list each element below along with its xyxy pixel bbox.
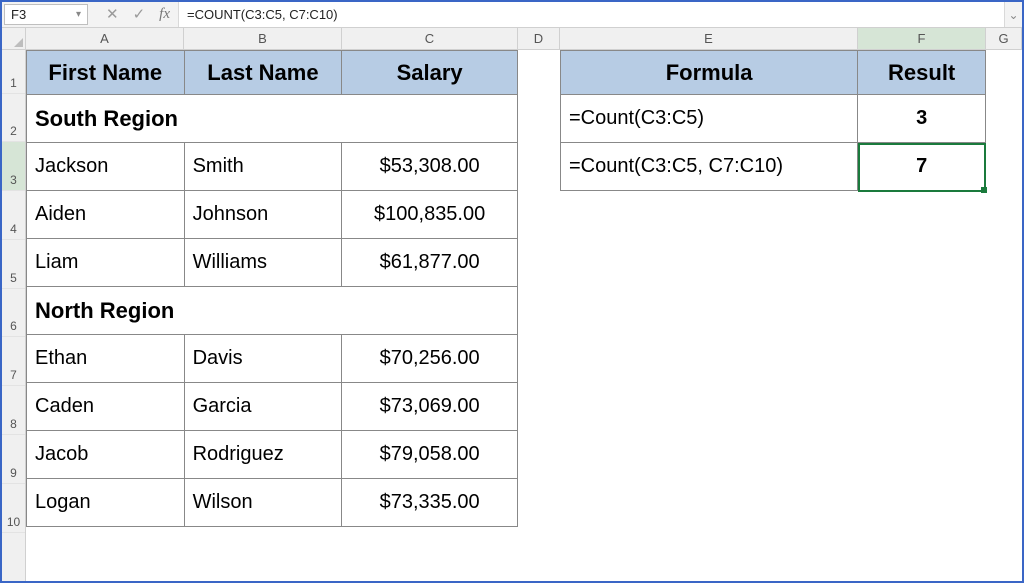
name-box[interactable]: F3 ▾ [4, 4, 88, 25]
cell-salary[interactable]: $100,835.00 [342, 191, 518, 239]
table-header-row: Formula Result [561, 51, 986, 95]
table-header-row: First Name Last Name Salary [27, 51, 518, 95]
header-salary[interactable]: Salary [342, 51, 518, 95]
cell-salary[interactable]: $73,069.00 [342, 383, 518, 431]
header-result[interactable]: Result [858, 51, 986, 95]
column-header-d[interactable]: D [518, 28, 560, 49]
formula-text: =COUNT(C3:C5, C7:C10) [187, 7, 338, 22]
table-row: Logan Wilson $73,335.00 [27, 479, 518, 527]
chevron-down-icon[interactable]: ▾ [76, 9, 81, 20]
row-header-3[interactable]: 3 [2, 142, 25, 191]
cell-formula[interactable]: =Count(C3:C5) [561, 95, 858, 143]
expand-formula-bar-icon[interactable]: ⌄ [1004, 2, 1022, 27]
row-header-6[interactable]: 6 [2, 289, 25, 337]
employee-table: First Name Last Name Salary South Region… [26, 50, 518, 527]
column-headers: A B C D E F G [2, 28, 1022, 50]
cell-last-name[interactable]: Williams [184, 239, 342, 287]
region-north-label[interactable]: North Region [27, 287, 518, 335]
formula-input[interactable]: =COUNT(C3:C5, C7:C10) [178, 2, 1004, 27]
cell-last-name[interactable]: Wilson [184, 479, 342, 527]
cell-result[interactable]: 3 [858, 95, 986, 143]
header-last-name[interactable]: Last Name [184, 51, 342, 95]
cell-salary[interactable]: $53,308.00 [342, 143, 518, 191]
formula-bar: F3 ▾ ✕ ✓ fx =COUNT(C3:C5, C7:C10) ⌄ [2, 2, 1022, 28]
select-all-button[interactable] [2, 28, 26, 49]
table-row: Ethan Davis $70,256.00 [27, 335, 518, 383]
cell-last-name[interactable]: Garcia [184, 383, 342, 431]
table-row: Aiden Johnson $100,835.00 [27, 191, 518, 239]
table-row: Jacob Rodriguez $79,058.00 [27, 431, 518, 479]
cell-first-name[interactable]: Aiden [27, 191, 185, 239]
row-header-5[interactable]: 5 [2, 240, 25, 289]
column-header-g[interactable]: G [986, 28, 1022, 49]
cell-first-name[interactable]: Jackson [27, 143, 185, 191]
row-header-10[interactable]: 10 [2, 484, 25, 533]
cell-last-name[interactable]: Smith [184, 143, 342, 191]
fx-icon[interactable]: fx [159, 7, 170, 22]
cell-result[interactable]: 7 [858, 143, 986, 191]
header-formula[interactable]: Formula [561, 51, 858, 95]
row-header-8[interactable]: 8 [2, 386, 25, 435]
column-header-a[interactable]: A [26, 28, 184, 49]
cell-last-name[interactable]: Johnson [184, 191, 342, 239]
row-header-1[interactable]: 1 [2, 50, 25, 94]
cells-area[interactable]: First Name Last Name Salary South Region… [26, 50, 1022, 581]
header-first-name[interactable]: First Name [27, 51, 185, 95]
name-box-value: F3 [11, 7, 26, 22]
row-header-4[interactable]: 4 [2, 191, 25, 240]
region-header-row: North Region [27, 287, 518, 335]
row-headers: 12345678910 [2, 50, 26, 581]
cell-salary[interactable]: $79,058.00 [342, 431, 518, 479]
cell-first-name[interactable]: Liam [27, 239, 185, 287]
cell-first-name[interactable]: Ethan [27, 335, 185, 383]
cell-first-name[interactable]: Caden [27, 383, 185, 431]
row-header-2[interactable]: 2 [2, 94, 25, 142]
table-row: Caden Garcia $73,069.00 [27, 383, 518, 431]
formula-bar-actions: ✕ ✓ fx [98, 2, 178, 27]
column-header-b[interactable]: B [184, 28, 342, 49]
column-header-f[interactable]: F [858, 28, 986, 49]
formula-table: Formula Result =Count(C3:C5) 3 =Count(C3… [560, 50, 986, 191]
cancel-icon[interactable]: ✕ [106, 7, 119, 22]
table-row: =Count(C3:C5) 3 [561, 95, 986, 143]
cell-salary[interactable]: $61,877.00 [342, 239, 518, 287]
row-header-7[interactable]: 7 [2, 337, 25, 386]
row-header-9[interactable]: 9 [2, 435, 25, 484]
table-row: Jackson Smith $53,308.00 [27, 143, 518, 191]
cell-salary[interactable]: $73,335.00 [342, 479, 518, 527]
table-row: =Count(C3:C5, C7:C10) 7 [561, 143, 986, 191]
cell-first-name[interactable]: Jacob [27, 431, 185, 479]
column-header-c[interactable]: C [342, 28, 518, 49]
region-south-label[interactable]: South Region [27, 95, 518, 143]
cell-formula[interactable]: =Count(C3:C5, C7:C10) [561, 143, 858, 191]
column-header-e[interactable]: E [560, 28, 858, 49]
region-header-row: South Region [27, 95, 518, 143]
table-row: Liam Williams $61,877.00 [27, 239, 518, 287]
cell-last-name[interactable]: Davis [184, 335, 342, 383]
cell-salary[interactable]: $70,256.00 [342, 335, 518, 383]
cell-last-name[interactable]: Rodriguez [184, 431, 342, 479]
spreadsheet-grid: A B C D E F G 12345678910 First Name Las… [2, 28, 1022, 581]
confirm-icon[interactable]: ✓ [133, 7, 146, 22]
cell-first-name[interactable]: Logan [27, 479, 185, 527]
